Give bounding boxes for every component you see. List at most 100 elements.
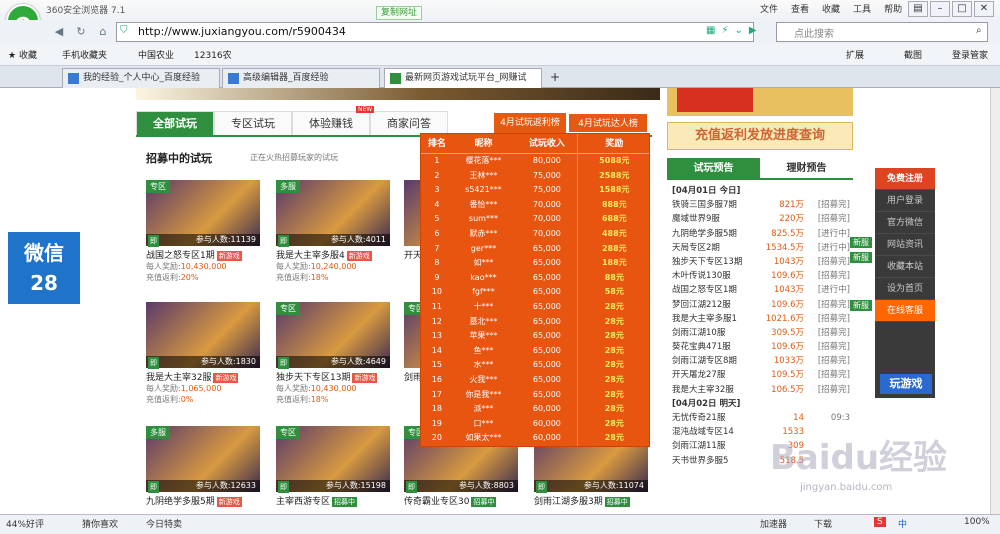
ime-icon[interactable]: S xyxy=(874,517,886,527)
tab-game-platform[interactable]: 最新网页游戏试玩平台_网赚试 xyxy=(384,68,542,88)
login-manager-button[interactable]: 登录管家 xyxy=(952,48,988,61)
status-rating[interactable]: 44%好评 xyxy=(6,517,44,530)
game-title[interactable]: 主宰西游专区 招募中 xyxy=(276,494,394,507)
search-icon[interactable]: ⌕ xyxy=(976,25,982,36)
game-image[interactable]: 多服即 参与人数:4011 xyxy=(276,180,390,247)
tab-my-experience[interactable]: 我的经验_个人中心_百度经验 xyxy=(62,68,220,88)
play-icon[interactable]: 即 xyxy=(148,481,159,493)
preview-item[interactable]: 天局专区2期 1534.5万 [进行中] xyxy=(672,241,852,255)
reader-icon[interactable]: ▦ xyxy=(706,25,715,36)
game-title[interactable]: 战国之怒专区1期 新游戏 xyxy=(146,248,264,261)
menu-file[interactable]: 文件 xyxy=(760,2,778,15)
preview-item[interactable]: 魔域世界9服 220万 [招募完] xyxy=(672,212,852,226)
nav-zone-trials[interactable]: 专区试玩 xyxy=(214,111,292,135)
play-icon[interactable]: 即 xyxy=(536,481,547,493)
close-icon[interactable]: ✕ xyxy=(974,1,994,17)
tab-finance-preview[interactable]: 理财预告 xyxy=(760,158,853,178)
game-image[interactable]: 专区即 参与人数:15198 xyxy=(276,426,390,493)
side-bookmark[interactable]: 收藏本站 xyxy=(875,256,935,278)
preview-item[interactable]: 葵花宝典471服 109.6万 [招募完] xyxy=(672,340,852,354)
speed-icon[interactable]: ⚡ xyxy=(721,25,728,36)
play-icon[interactable]: 即 xyxy=(148,235,159,247)
tab-trial-preview[interactable]: 试玩预告 xyxy=(667,158,760,178)
home-icon[interactable]: ⌂ xyxy=(94,23,112,41)
fav-item-mobile[interactable]: 手机收藏夹 xyxy=(62,48,107,61)
refresh-icon[interactable]: ↻ xyxy=(72,23,90,41)
game-title[interactable]: 我是大主宰多服4 新游戏 xyxy=(276,248,394,261)
menu-view[interactable]: 查看 xyxy=(791,2,809,15)
maximize-icon[interactable]: □ xyxy=(952,1,972,17)
game-card[interactable]: 专区即参与人数:4649 独步天下专区13期 新游戏 每人奖励:10,430,000 充… xyxy=(276,302,394,405)
go-icon[interactable]: ▶ xyxy=(749,25,757,36)
fav-item-agriculture[interactable]: 中国农业 xyxy=(138,48,174,61)
game-title[interactable]: 我是大主宰32服 新游戏 xyxy=(146,370,264,383)
game-card[interactable]: 专区即 参与人数:15198 主宰西游专区 招募中 xyxy=(276,426,394,507)
status-download[interactable]: 下载 xyxy=(814,517,832,530)
side-news[interactable]: 网站资讯 xyxy=(875,234,935,256)
game-title[interactable]: 独步天下专区13期 新游戏 xyxy=(276,370,394,383)
extensions-button[interactable]: 扩展 xyxy=(846,48,864,61)
game-image[interactable]: 专区即 参与人数:11139 xyxy=(146,180,260,247)
play-icon[interactable]: 即 xyxy=(278,235,289,247)
nav-merchant-qa[interactable]: 商家问答 xyxy=(370,111,448,135)
fav-item-12316[interactable]: 12316农 xyxy=(194,48,232,61)
preview-item[interactable]: 铁骑三国多服7期 821万 [招募完] xyxy=(672,198,852,212)
side-wechat[interactable]: 官方微信 xyxy=(875,212,935,234)
game-image[interactable]: 专区即 参与人数:4649 xyxy=(276,302,390,369)
game-image[interactable]: 即 参与人数:1830 xyxy=(146,302,260,369)
screenshot-button[interactable]: 截图 xyxy=(904,48,922,61)
menu-tools[interactable]: 工具 xyxy=(853,2,871,15)
preview-item[interactable]: 我是大主宰多服1 1021.6万 [招募完] xyxy=(672,312,852,326)
game-title[interactable]: 九阴绝学多服5期 新游戏 xyxy=(146,494,264,507)
zoom-level[interactable]: 100% xyxy=(964,517,990,527)
preview-item[interactable]: 无忧传奇21服 14 09:3 xyxy=(672,411,852,425)
play-icon[interactable]: 即 xyxy=(278,357,289,369)
preview-item[interactable]: 我是大主宰32服 106.5万 [招募完] xyxy=(672,383,852,397)
favorites-button[interactable]: ★ 收藏 xyxy=(8,48,37,61)
preview-item[interactable]: 独步天下专区13期 1043万 [招募完] xyxy=(672,255,852,269)
skin-icon[interactable]: ▤ xyxy=(908,1,928,17)
game-title[interactable]: 传奇霸业专区30 招募中 xyxy=(404,494,522,507)
ad-banner[interactable] xyxy=(667,88,853,116)
play-icon[interactable]: 即 xyxy=(406,481,417,493)
minimize-icon[interactable]: – xyxy=(930,1,950,17)
game-card[interactable]: 即参与人数:1830 我是大主宰32服 新游戏 每人奖励:1,065,000 充值返利:… xyxy=(146,302,264,405)
game-card[interactable]: 多服即 参与人数:12633 九阴绝学多服5期 新游戏 xyxy=(146,426,264,507)
side-register[interactable]: 免费注册 xyxy=(875,168,935,190)
weixin-float-ad[interactable]: 微信 28 xyxy=(8,232,80,304)
preview-item[interactable]: 九阴绝学多服5期 825.5万 [进行中] xyxy=(672,227,852,241)
rebate-progress-button[interactable]: 充值返利发放进度查询 xyxy=(667,122,853,150)
scrollbar[interactable] xyxy=(990,88,1000,514)
play-games-button[interactable]: 玩游戏 xyxy=(880,374,932,394)
preview-item[interactable]: 战国之怒专区1期 1043万 [进行中] xyxy=(672,283,852,297)
preview-item[interactable]: 开天屠龙27服 109.5万 [招募完] xyxy=(672,368,852,382)
preview-item[interactable]: 梦回江湖212服 109.6万 [招募完] xyxy=(672,298,852,312)
side-login[interactable]: 用户登录 xyxy=(875,190,935,212)
play-icon[interactable]: 即 xyxy=(148,357,159,369)
side-online-service[interactable]: 在线客服 xyxy=(875,300,935,322)
dropdown-icon[interactable]: ⌄ xyxy=(734,25,742,36)
nav-all-trials[interactable]: 全部试玩 xyxy=(136,111,214,135)
preview-item[interactable]: 剑雨江湖10服 309.5万 [招募完] xyxy=(672,326,852,340)
copy-url-button[interactable]: 复制网址 xyxy=(376,6,423,20)
back-icon[interactable]: ◀ xyxy=(50,23,68,41)
ime-chinese[interactable]: 中 xyxy=(898,517,907,530)
new-tab-icon[interactable]: + xyxy=(550,70,560,84)
side-homepage[interactable]: 设为首页 xyxy=(875,278,935,300)
rank-tab-experts[interactable]: 4月试玩达人榜 xyxy=(568,113,648,133)
status-guess[interactable]: 猜你喜欢 xyxy=(82,517,118,530)
nav-experience-earn[interactable]: 体验赚钱 xyxy=(292,111,370,135)
play-icon[interactable]: 即 xyxy=(278,481,289,493)
status-accelerator[interactable]: 加速器 xyxy=(760,517,787,530)
tab-advanced-editor[interactable]: 高级编辑器_百度经验 xyxy=(222,68,380,88)
top-banner[interactable] xyxy=(136,88,660,100)
game-card[interactable]: 多服即参与人数:4011 我是大主宰多服4 新游戏 每人奖励:10,240,000 充值… xyxy=(276,180,394,283)
menu-help[interactable]: 帮助 xyxy=(884,2,902,15)
status-daily-deals[interactable]: 今日特卖 xyxy=(146,517,182,530)
game-image[interactable]: 多服即 参与人数:12633 xyxy=(146,426,260,493)
preview-item[interactable]: 木叶传说130服 109.6万 [招募完] xyxy=(672,269,852,283)
game-title[interactable]: 剑雨江湖多服3期 招募中 xyxy=(534,494,652,507)
preview-item[interactable]: 剑雨江湖专区8期 1033万 [招募完] xyxy=(672,354,852,368)
menu-favorites[interactable]: 收藏 xyxy=(822,2,840,15)
rank-tab-rebate[interactable]: 4月试玩返利榜 xyxy=(494,113,566,133)
